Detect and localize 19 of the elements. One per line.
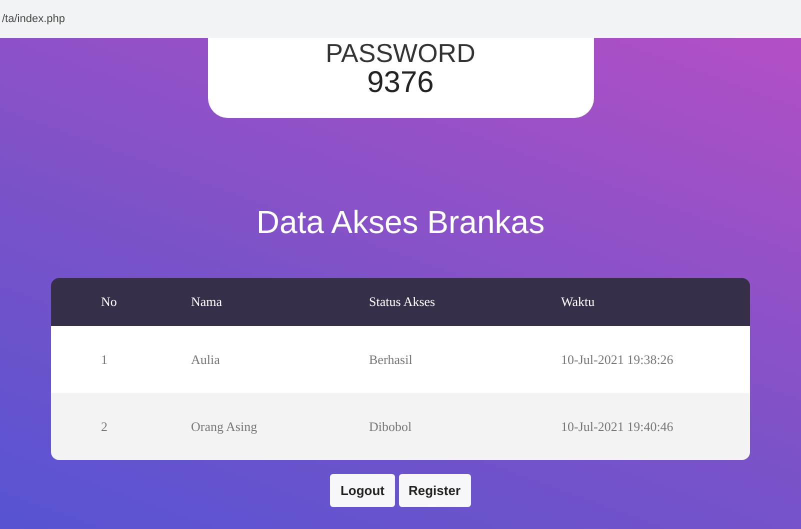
table-cell: 10-Jul-2021 19:38:26: [561, 352, 674, 367]
action-button[interactable]: Logout: [330, 474, 394, 507]
address-bar[interactable]: /ta/index.php: [0, 0, 801, 38]
table-cell: 10-Jul-2021 19:40:46: [561, 418, 674, 434]
column-header: Waktu: [561, 294, 595, 310]
column-header: Status Akses: [369, 294, 436, 310]
page-heading: Data Akses Brankas: [256, 203, 545, 242]
column-header: Nama: [191, 294, 222, 310]
table-cell: 2: [101, 418, 108, 434]
table-cell: Orang Asing: [191, 418, 258, 434]
table-cell: Aulia: [191, 352, 220, 367]
action-button[interactable]: Register: [398, 474, 471, 507]
column-header: No: [101, 294, 117, 310]
password-label: PASSWORD: [326, 40, 476, 66]
table-cell: Berhasil: [369, 352, 412, 367]
table-cell: 1: [101, 352, 108, 367]
password-value: 9376: [367, 66, 434, 100]
table-cell: Dibobol: [369, 418, 412, 434]
url-text: /ta/index.php: [2, 12, 65, 27]
